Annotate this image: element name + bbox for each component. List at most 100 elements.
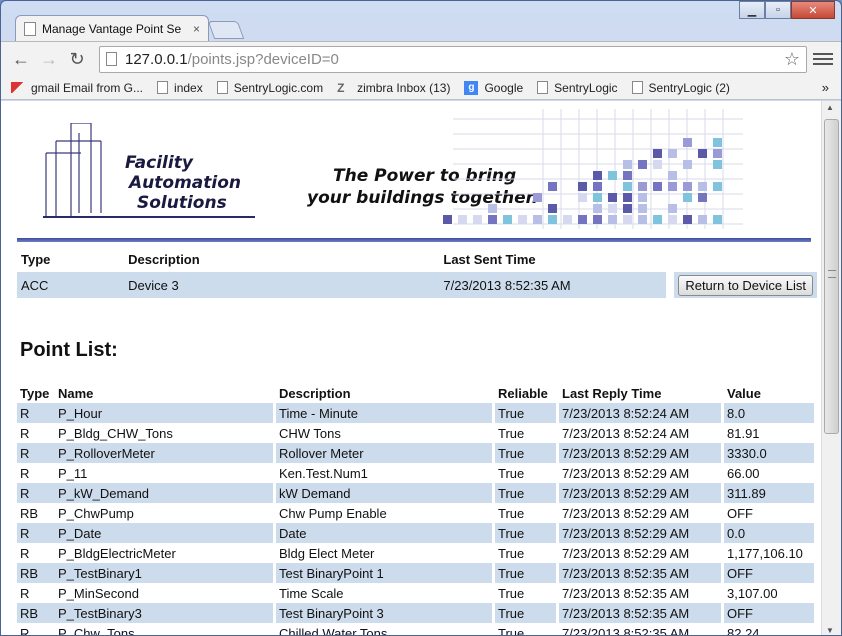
gmail-icon — [11, 82, 25, 93]
window-controls: ▁ ▫ ✕ — [739, 1, 835, 19]
table-row: RB P_TestBinary3 Test BinaryPoint 3 True 7/2… — [17, 603, 814, 623]
cell-name: P_Chw_Tons — [58, 625, 135, 636]
cell-reliable: True — [498, 425, 525, 441]
cell-type: R — [20, 425, 30, 441]
table-row: R P_BldgElectricMeter Bldg Elect Meter True… — [17, 543, 814, 563]
bookmark-label: SentryLogic (2) — [648, 80, 730, 95]
table-row: R P_Bldg_CHW_Tons CHW Tons True 7/23/2013 8:… — [17, 423, 814, 443]
cell-last-reply-time: 7/23/2013 8:52:29 AM — [559, 483, 721, 503]
cell-description: Rollover Meter — [276, 443, 492, 463]
cell-reliable: True — [498, 505, 525, 521]
company-logo-text: Facility Automation Solutions — [125, 153, 241, 213]
bookmark-item[interactable]: Zzimbra Inbox (13) — [337, 80, 451, 96]
zimbra-icon: Z — [337, 81, 345, 95]
bookmark-item[interactable]: index — [157, 81, 203, 95]
bookmark-item[interactable]: SentryLogic.com — [216, 80, 324, 95]
cell-name: P_TestBinary3 — [55, 603, 273, 623]
cell-value: 311.89 — [724, 483, 814, 503]
cell-description: Chilled Water Tons — [279, 625, 388, 636]
cell-last-reply-time: 7/23/2013 8:52:29 AM — [559, 443, 721, 463]
cell-value: 66.00 — [727, 465, 760, 481]
page-viewport: Facility Automation Solutions The Power … — [1, 101, 841, 636]
page-icon — [106, 52, 117, 66]
col-value: Value — [727, 385, 761, 401]
cell-value: 81.91 — [727, 425, 760, 441]
cell-type: R — [17, 443, 55, 463]
cell-name: P_Date — [55, 523, 273, 543]
maximize-button[interactable]: ▫ — [765, 1, 791, 19]
bookmark-item[interactable]: gmail Email from G... — [11, 81, 143, 95]
url-host: 127.0.0.1 — [125, 50, 188, 68]
menu-button[interactable] — [813, 49, 833, 69]
page-content: Facility Automation Solutions The Power … — [1, 101, 821, 636]
bookmark-label: SentryLogic.com — [233, 80, 324, 95]
cell-reliable: True — [498, 585, 525, 601]
page-icon — [157, 81, 169, 94]
cell-description: CHW Tons — [279, 425, 341, 441]
tab-active[interactable]: Manage Vantage Point Se × — [15, 15, 209, 42]
logo-lines-icon — [45, 123, 102, 218]
logo-underline — [43, 216, 255, 218]
device-type: ACC — [17, 272, 125, 298]
cell-description: Test BinaryPoint 1 — [276, 563, 492, 583]
address-bar[interactable]: 127.0.0.1/points.jsp?deviceID=0 ☆ — [99, 45, 807, 73]
cell-type: RB — [17, 563, 55, 583]
bookmarks-bar: gmail Email from G... index SentryLogic.co… — [1, 76, 841, 100]
forward-button[interactable]: → — [37, 47, 61, 71]
return-to-device-list-button[interactable]: Return to Device List — [678, 274, 813, 296]
col-last-reply-time: Last Reply Time — [562, 385, 662, 401]
tab-title: Manage Vantage Point Se — [42, 22, 182, 36]
cell-value: 3330.0 — [724, 443, 814, 463]
bookmark-item[interactable]: SentryLogic — [537, 81, 618, 95]
table-row: R P_Hour Time - Minute True 7/23/2013 8:52:2… — [17, 403, 814, 423]
cell-value: 8.0 — [724, 403, 814, 423]
device-col-last-sent: Last Sent Time — [443, 252, 536, 267]
bookmark-item[interactable]: SentryLogic (2) — [631, 80, 730, 95]
cell-name: P_RolloverMeter — [55, 443, 273, 463]
col-reliable: Reliable — [498, 385, 548, 401]
points-header-row: Type Name Description Reliable Last Repl… — [17, 383, 814, 403]
reload-button[interactable]: ↻ — [65, 47, 89, 71]
scroll-up-arrow-icon[interactable]: ▲ — [826, 103, 834, 112]
google-icon: g — [464, 80, 479, 95]
bookmark-star-icon[interactable]: ☆ — [784, 49, 800, 70]
new-tab-button[interactable] — [207, 21, 245, 39]
bookmark-item[interactable]: g Google — [464, 80, 524, 95]
cell-type: RB — [20, 505, 39, 521]
col-name: Name — [58, 385, 94, 401]
table-row: R P_Chw_Tons Chilled Water Tons True 7/23/20… — [17, 623, 814, 636]
cell-last-reply-time: 7/23/2013 8:52:29 AM — [562, 505, 690, 521]
scroll-down-arrow-icon[interactable]: ▼ — [826, 626, 834, 635]
page-icon — [537, 81, 549, 94]
device-action-cell: Return to Device List — [674, 272, 817, 298]
back-button[interactable]: ← — [9, 47, 33, 71]
device-col-description: Description — [128, 252, 200, 267]
bookmark-label: gmail Email from G... — [31, 80, 144, 95]
col-description: Description — [279, 385, 351, 401]
cell-name: P_kW_Demand — [55, 483, 273, 503]
table-row: R P_kW_Demand kW Demand True 7/23/2013 8:52:… — [17, 483, 814, 503]
window-close-button[interactable]: ✕ — [791, 1, 835, 19]
bookmarks-overflow-button[interactable]: » — [822, 80, 829, 95]
cell-description: Ken.Test.Num1 — [279, 465, 368, 481]
table-row: R P_MinSecond Time Scale True 7/23/2013 8:52… — [17, 583, 814, 603]
cell-value: OFF — [724, 563, 814, 583]
cell-reliable: True — [495, 443, 556, 463]
close-icon[interactable]: × — [193, 22, 200, 36]
device-table: Type Description Last Sent Time ACC Devi… — [17, 247, 817, 300]
cell-last-reply-time: 7/23/2013 8:52:35 AM — [562, 625, 690, 636]
cell-reliable: True — [495, 483, 556, 503]
point-list-title: Point List: — [20, 339, 118, 361]
minimize-button[interactable]: ▁ — [739, 1, 765, 19]
cell-value: 1,177,106.10 — [727, 545, 803, 561]
cell-name: P_Bldg_CHW_Tons — [58, 425, 173, 441]
cell-reliable: True — [495, 603, 556, 623]
table-row: R P_11 Ken.Test.Num1 True 7/23/2013 8:52:29 … — [17, 463, 814, 483]
cell-reliable: True — [498, 545, 525, 561]
logo-line-1: Facility — [125, 153, 193, 173]
scrollbar-thumb[interactable] — [824, 119, 839, 434]
cell-reliable: True — [495, 563, 556, 583]
bookmark-label: Google — [484, 80, 524, 95]
bookmark-label: zimbra Inbox (13) — [357, 80, 451, 95]
vertical-scrollbar[interactable]: ▲ ▼ — [821, 101, 841, 635]
